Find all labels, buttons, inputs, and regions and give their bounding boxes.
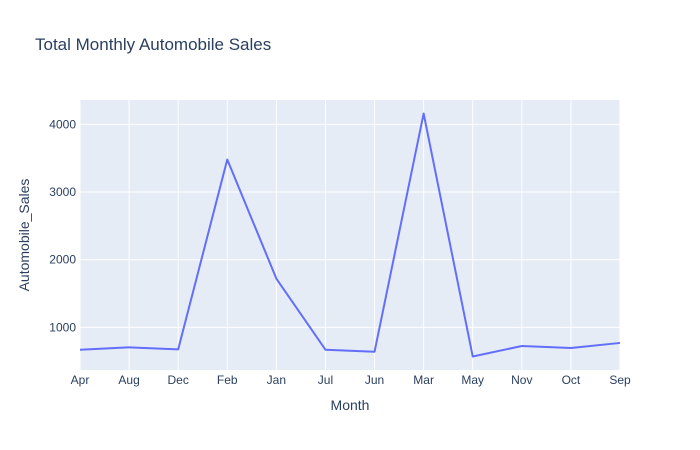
x-tick-label: Oct bbox=[562, 373, 581, 387]
y-axis-title: Automobile_Sales bbox=[16, 179, 32, 292]
data-point[interactable] bbox=[174, 345, 182, 353]
data-point[interactable] bbox=[518, 342, 526, 350]
x-tick-label: Jul bbox=[318, 373, 333, 387]
data-point[interactable] bbox=[272, 275, 280, 283]
x-tick-label: Nov bbox=[511, 373, 532, 387]
x-tick-label: Apr bbox=[71, 373, 90, 387]
y-tick-label: 3000 bbox=[49, 185, 76, 199]
chart-title: Total Monthly Automobile Sales bbox=[35, 35, 271, 54]
data-point[interactable] bbox=[567, 344, 575, 352]
y-tick-label: 1000 bbox=[49, 320, 76, 334]
x-tick-label: Jan bbox=[267, 373, 286, 387]
data-point[interactable] bbox=[321, 346, 329, 354]
x-tick-label: Mar bbox=[413, 373, 434, 387]
y-tick-label: 4000 bbox=[49, 117, 76, 131]
data-point[interactable] bbox=[371, 348, 379, 356]
y-tick-labels: 1000 2000 3000 4000 bbox=[49, 117, 76, 334]
data-point[interactable] bbox=[223, 156, 231, 164]
x-axis-title: Month bbox=[331, 397, 370, 413]
x-tick-label: May bbox=[461, 373, 484, 387]
x-tick-label: Jun bbox=[365, 373, 384, 387]
x-tick-label: Feb bbox=[217, 373, 238, 387]
data-point[interactable] bbox=[616, 339, 624, 347]
x-tick-label: Aug bbox=[118, 373, 139, 387]
data-point[interactable] bbox=[125, 343, 133, 351]
line-chart: Total Monthly Automobile Sales Apr Aug Dec… bbox=[16, 35, 631, 413]
x-tick-label: Sep bbox=[609, 373, 631, 387]
y-tick-label: 2000 bbox=[49, 253, 76, 267]
plot-area bbox=[80, 100, 620, 370]
x-tick-labels: Apr Aug Dec Feb Jan Jul Jun Mar May Nov Oct Sep bbox=[71, 373, 631, 387]
data-point[interactable] bbox=[76, 346, 84, 354]
data-point[interactable] bbox=[469, 352, 477, 360]
x-tick-label: Dec bbox=[168, 373, 189, 387]
data-point[interactable] bbox=[420, 110, 428, 118]
